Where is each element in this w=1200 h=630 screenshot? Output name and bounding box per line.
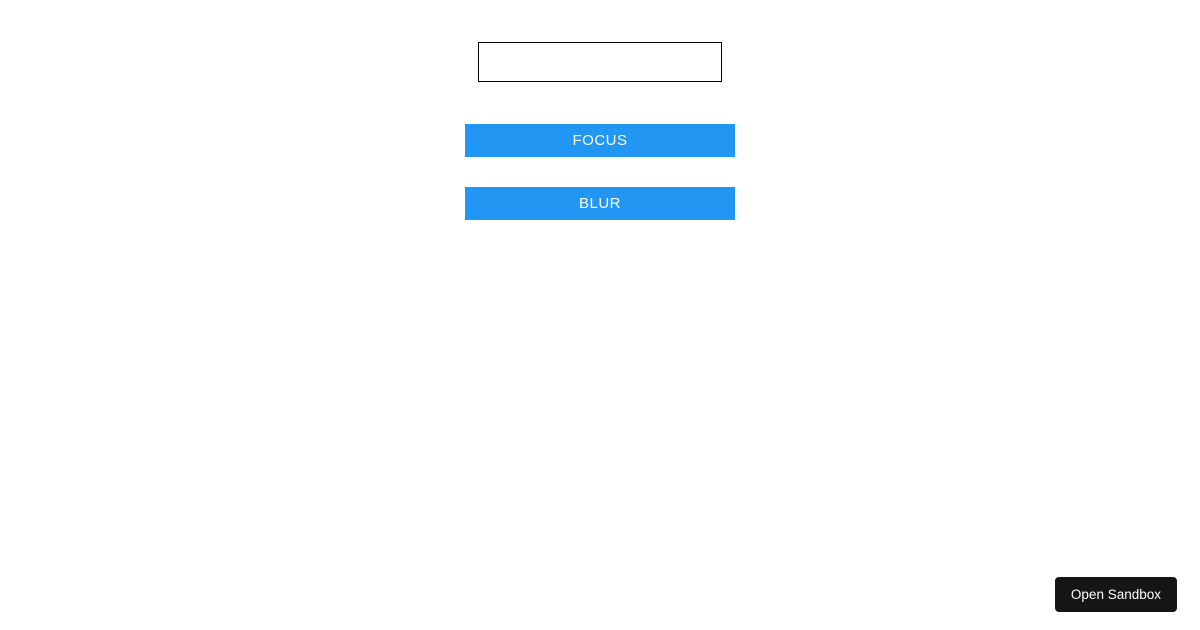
blur-button[interactable]: BLUR [465, 187, 735, 220]
main-container: FOCUS BLUR [0, 0, 1200, 220]
open-sandbox-button[interactable]: Open Sandbox [1055, 577, 1177, 612]
text-input[interactable] [478, 42, 722, 82]
focus-button[interactable]: FOCUS [465, 124, 735, 157]
button-group: FOCUS BLUR [465, 124, 735, 220]
